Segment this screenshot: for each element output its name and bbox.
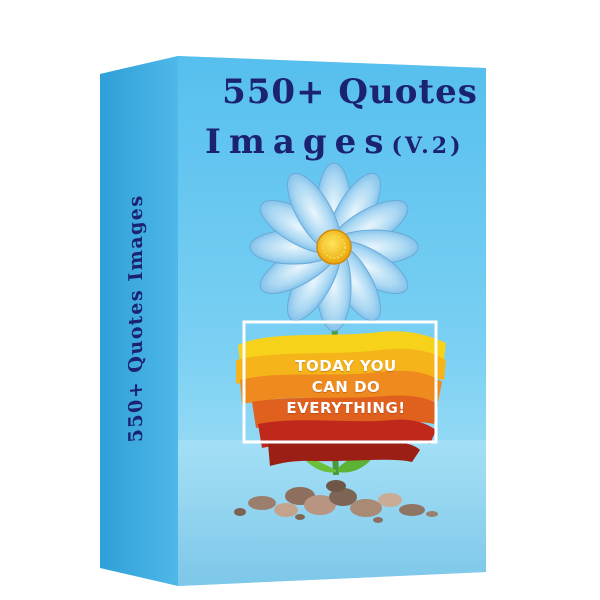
quote-line: TODAY YOU (295, 357, 397, 375)
quote-text: TODAY YOU CAN DO EVERYTHING! (258, 356, 434, 419)
product-title-line2: Images(V.2) (205, 122, 495, 162)
quote-line: EVERYTHING! (286, 399, 406, 417)
product-title-line1: 550+ Quotes (222, 72, 478, 112)
quote-line: CAN DO (311, 378, 381, 396)
spine-title: 550+ Quotes Images (125, 193, 147, 444)
product-version: (V.2) (391, 133, 464, 159)
product-title-word: Images (205, 122, 392, 162)
product-box-image: 550+ Quotes Images 550+ Quotes Images(V.… (0, 0, 600, 600)
